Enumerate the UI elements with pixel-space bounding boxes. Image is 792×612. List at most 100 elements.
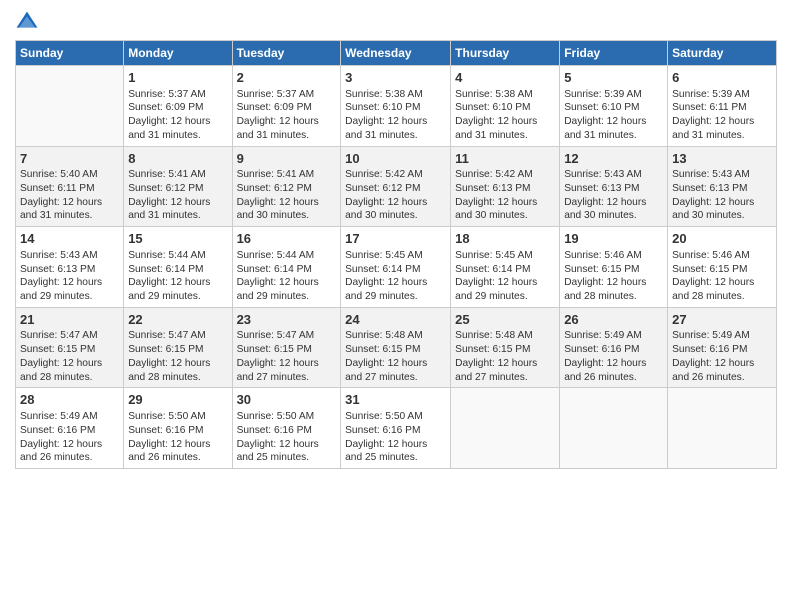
day-number: 2 (237, 69, 337, 87)
calendar-cell: 8Sunrise: 5:41 AM Sunset: 6:12 PM Daylig… (124, 146, 232, 227)
day-info: Sunrise: 5:41 AM Sunset: 6:12 PM Dayligh… (237, 168, 337, 223)
calendar-cell: 25Sunrise: 5:48 AM Sunset: 6:15 PM Dayli… (451, 307, 560, 388)
day-info: Sunrise: 5:45 AM Sunset: 6:14 PM Dayligh… (455, 249, 555, 304)
calendar-cell: 9Sunrise: 5:41 AM Sunset: 6:12 PM Daylig… (232, 146, 341, 227)
weekday-header: Monday (124, 41, 232, 66)
day-number: 30 (237, 391, 337, 409)
calendar-cell (16, 66, 124, 147)
day-number: 16 (237, 230, 337, 248)
calendar-cell: 22Sunrise: 5:47 AM Sunset: 6:15 PM Dayli… (124, 307, 232, 388)
day-number: 17 (345, 230, 446, 248)
day-info: Sunrise: 5:47 AM Sunset: 6:15 PM Dayligh… (237, 329, 337, 384)
day-number: 10 (345, 150, 446, 168)
calendar-cell: 12Sunrise: 5:43 AM Sunset: 6:13 PM Dayli… (560, 146, 668, 227)
calendar-week-row: 1Sunrise: 5:37 AM Sunset: 6:09 PM Daylig… (16, 66, 777, 147)
header (15, 10, 777, 34)
day-info: Sunrise: 5:45 AM Sunset: 6:14 PM Dayligh… (345, 249, 446, 304)
calendar-cell: 1Sunrise: 5:37 AM Sunset: 6:09 PM Daylig… (124, 66, 232, 147)
day-number: 6 (672, 69, 772, 87)
day-number: 20 (672, 230, 772, 248)
day-number: 25 (455, 311, 555, 329)
calendar-cell: 21Sunrise: 5:47 AM Sunset: 6:15 PM Dayli… (16, 307, 124, 388)
calendar-cell: 15Sunrise: 5:44 AM Sunset: 6:14 PM Dayli… (124, 227, 232, 308)
calendar-week-row: 14Sunrise: 5:43 AM Sunset: 6:13 PM Dayli… (16, 227, 777, 308)
day-number: 1 (128, 69, 227, 87)
calendar: SundayMondayTuesdayWednesdayThursdayFrid… (15, 40, 777, 469)
day-number: 18 (455, 230, 555, 248)
day-number: 12 (564, 150, 663, 168)
header-row: SundayMondayTuesdayWednesdayThursdayFrid… (16, 41, 777, 66)
day-info: Sunrise: 5:44 AM Sunset: 6:14 PM Dayligh… (128, 249, 227, 304)
page: SundayMondayTuesdayWednesdayThursdayFrid… (0, 0, 792, 612)
day-number: 24 (345, 311, 446, 329)
day-info: Sunrise: 5:38 AM Sunset: 6:10 PM Dayligh… (345, 88, 446, 143)
calendar-cell: 18Sunrise: 5:45 AM Sunset: 6:14 PM Dayli… (451, 227, 560, 308)
calendar-cell (668, 388, 777, 469)
calendar-cell: 24Sunrise: 5:48 AM Sunset: 6:15 PM Dayli… (341, 307, 451, 388)
day-info: Sunrise: 5:39 AM Sunset: 6:10 PM Dayligh… (564, 88, 663, 143)
day-info: Sunrise: 5:41 AM Sunset: 6:12 PM Dayligh… (128, 168, 227, 223)
weekday-header: Wednesday (341, 41, 451, 66)
calendar-week-row: 28Sunrise: 5:49 AM Sunset: 6:16 PM Dayli… (16, 388, 777, 469)
calendar-cell: 26Sunrise: 5:49 AM Sunset: 6:16 PM Dayli… (560, 307, 668, 388)
calendar-cell: 28Sunrise: 5:49 AM Sunset: 6:16 PM Dayli… (16, 388, 124, 469)
day-info: Sunrise: 5:46 AM Sunset: 6:15 PM Dayligh… (564, 249, 663, 304)
day-info: Sunrise: 5:50 AM Sunset: 6:16 PM Dayligh… (345, 410, 446, 465)
calendar-cell: 2Sunrise: 5:37 AM Sunset: 6:09 PM Daylig… (232, 66, 341, 147)
day-info: Sunrise: 5:40 AM Sunset: 6:11 PM Dayligh… (20, 168, 119, 223)
calendar-week-row: 21 Sunrise: 5:47 AM Sunset: 6:15 PM Dayli… (16, 307, 777, 388)
calendar-cell: 11Sunrise: 5:42 AM Sunset: 6:13 PM Dayli… (451, 146, 560, 227)
calendar-cell: 27Sunrise: 5:49 AM Sunset: 6:16 PM Dayli… (668, 307, 777, 388)
calendar-cell: 19Sunrise: 5:46 AM Sunset: 6:15 PM Dayli… (560, 227, 668, 308)
day-info: Sunrise: 5:42 AM Sunset: 6:13 PM Dayligh… (455, 168, 555, 223)
day-number: 27 (672, 311, 772, 329)
calendar-cell: 14Sunrise: 5:43 AM Sunset: 6:13 PM Dayli… (16, 227, 124, 308)
day-number: 3 (345, 69, 446, 87)
day-info: Sunrise: 5:42 AM Sunset: 6:12 PM Dayligh… (345, 168, 446, 223)
day-number: 31 (345, 391, 446, 409)
day-info: Sunrise: 5:48 AM Sunset: 6:15 PM Dayligh… (345, 329, 446, 384)
day-number: 5 (564, 69, 663, 87)
day-number: 22 (128, 311, 227, 329)
calendar-cell: 10Sunrise: 5:42 AM Sunset: 6:12 PM Dayli… (341, 146, 451, 227)
day-info: Sunrise: 5:44 AM Sunset: 6:14 PM Dayligh… (237, 249, 337, 304)
day-number: 9 (237, 150, 337, 168)
calendar-cell: 17Sunrise: 5:45 AM Sunset: 6:14 PM Dayli… (341, 227, 451, 308)
day-number: 13 (672, 150, 772, 168)
day-number: 11 (455, 150, 555, 168)
weekday-header: Friday (560, 41, 668, 66)
logo (15, 10, 43, 34)
day-info: Sunrise: 5:43 AM Sunset: 6:13 PM Dayligh… (564, 168, 663, 223)
logo-icon (15, 10, 39, 34)
day-info: Sunrise: 5:49 AM Sunset: 6:16 PM Dayligh… (564, 329, 663, 384)
calendar-cell: 29Sunrise: 5:50 AM Sunset: 6:16 PM Dayli… (124, 388, 232, 469)
calendar-cell: 5Sunrise: 5:39 AM Sunset: 6:10 PM Daylig… (560, 66, 668, 147)
day-info: Sunrise: 5:39 AM Sunset: 6:11 PM Dayligh… (672, 88, 772, 143)
calendar-cell: 13Sunrise: 5:43 AM Sunset: 6:13 PM Dayli… (668, 146, 777, 227)
day-info: Sunrise: 5:37 AM Sunset: 6:09 PM Dayligh… (128, 88, 227, 143)
weekday-header: Sunday (16, 41, 124, 66)
day-number: 4 (455, 69, 555, 87)
day-info: Sunrise: 5:50 AM Sunset: 6:16 PM Dayligh… (237, 410, 337, 465)
day-info: Sunrise: 5:46 AM Sunset: 6:15 PM Dayligh… (672, 249, 772, 304)
calendar-cell: 6Sunrise: 5:39 AM Sunset: 6:11 PM Daylig… (668, 66, 777, 147)
day-info: Sunrise: 5:43 AM Sunset: 6:13 PM Dayligh… (20, 249, 119, 304)
weekday-header: Thursday (451, 41, 560, 66)
day-number: 28 (20, 391, 119, 409)
day-info: Sunrise: 5:50 AM Sunset: 6:16 PM Dayligh… (128, 410, 227, 465)
day-info: Sunrise: 5:49 AM Sunset: 6:16 PM Dayligh… (672, 329, 772, 384)
day-info: Sunrise: 5:47 AM Sunset: 6:15 PM Dayligh… (128, 329, 227, 384)
day-number: 19 (564, 230, 663, 248)
day-info: Sunrise: 5:43 AM Sunset: 6:13 PM Dayligh… (672, 168, 772, 223)
day-number: 7 (20, 150, 119, 168)
day-info: Sunrise: 5:38 AM Sunset: 6:10 PM Dayligh… (455, 88, 555, 143)
day-number: 21 (20, 311, 119, 329)
day-info: Sunrise: 5:49 AM Sunset: 6:16 PM Dayligh… (20, 410, 119, 465)
day-number: 29 (128, 391, 227, 409)
calendar-cell: 20Sunrise: 5:46 AM Sunset: 6:15 PM Dayli… (668, 227, 777, 308)
calendar-cell (451, 388, 560, 469)
day-info: Sunrise: 5:37 AM Sunset: 6:09 PM Dayligh… (237, 88, 337, 143)
day-number: 8 (128, 150, 227, 168)
calendar-cell: 3Sunrise: 5:38 AM Sunset: 6:10 PM Daylig… (341, 66, 451, 147)
day-number: 23 (237, 311, 337, 329)
